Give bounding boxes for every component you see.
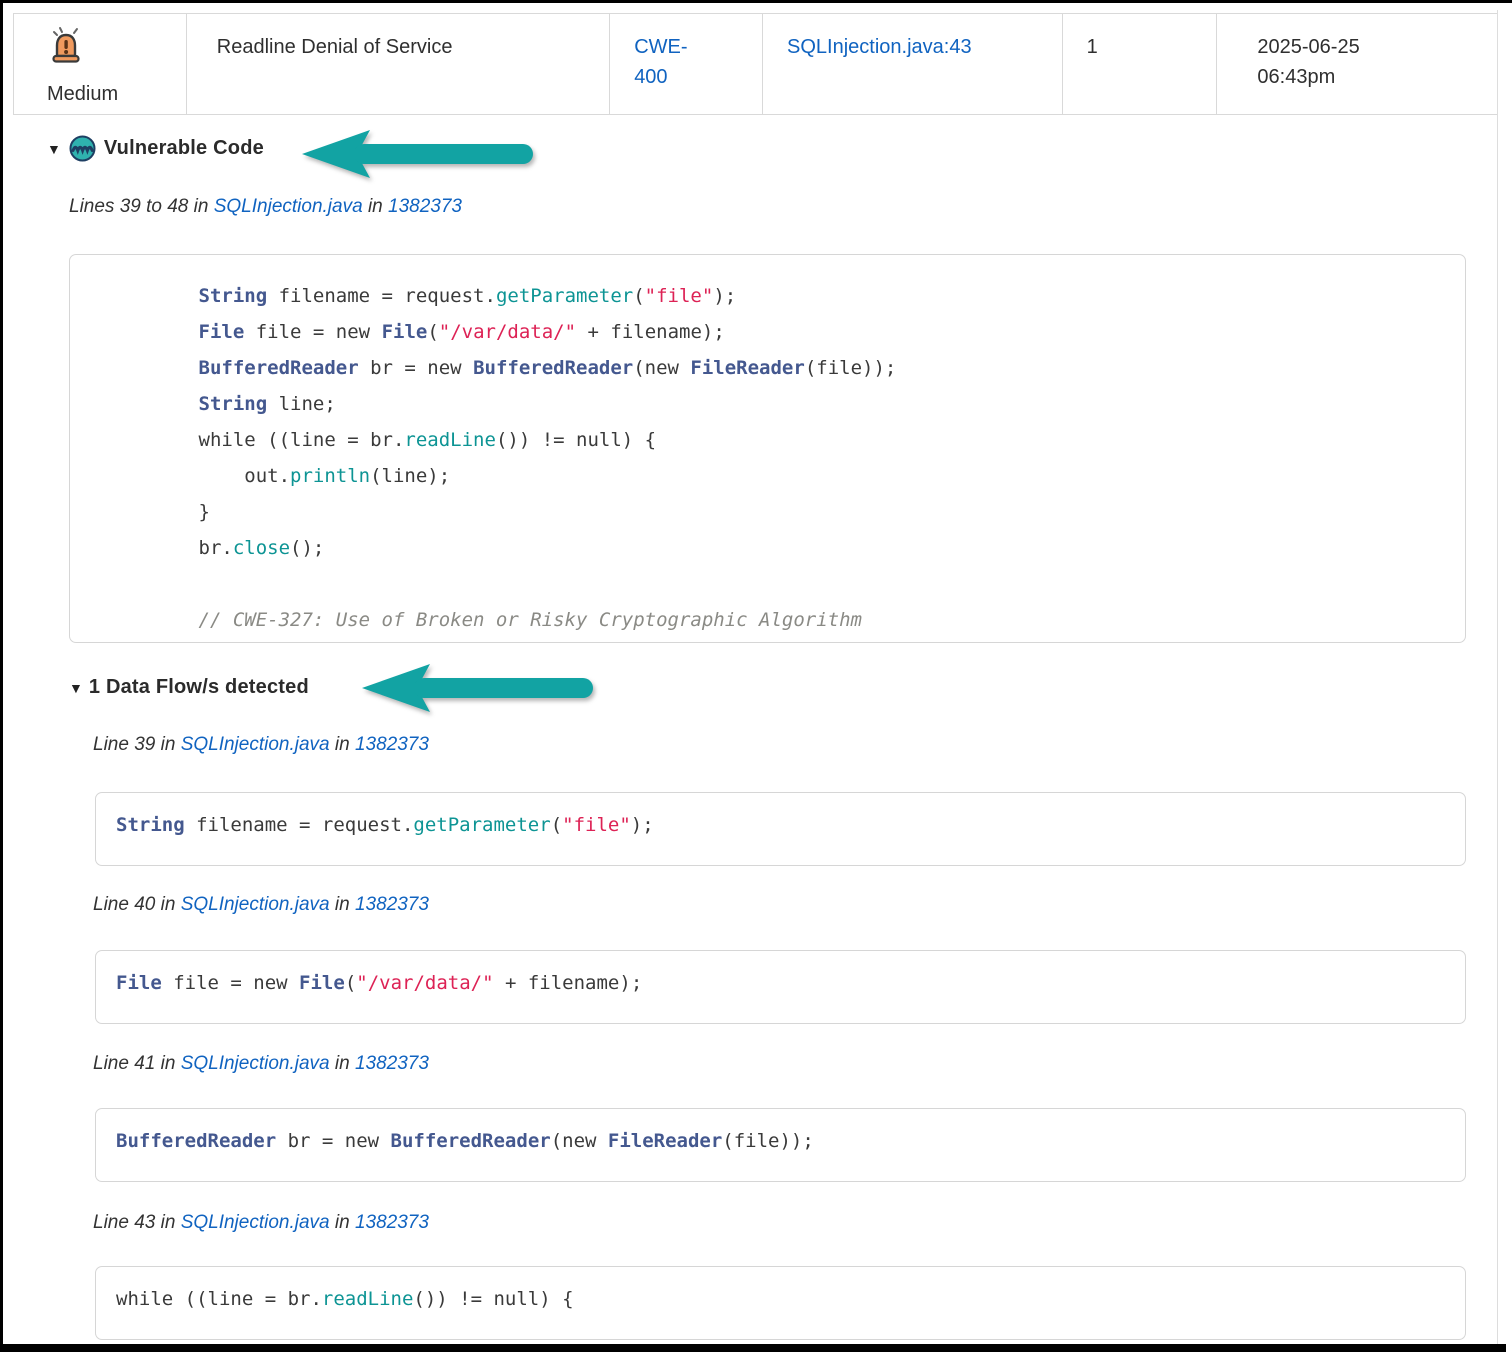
- scrollbar-track[interactable]: [1497, 10, 1512, 1347]
- flow-code-block: String filename = request.getParameter("…: [95, 792, 1466, 866]
- wave-globe-icon: [69, 135, 96, 162]
- flow-count: 1: [1087, 36, 1098, 58]
- window-bottom-edge: [3, 1344, 1506, 1352]
- flow-code-block: BufferedReader br = new BufferedReader(n…: [95, 1108, 1466, 1182]
- meta-prefix: Line 43 in: [93, 1212, 175, 1233]
- vulnerability-report-page: Medium Readline Denial of Service CWE-40…: [0, 0, 1512, 1352]
- timestamp: 2025-06-25 06:43pm: [1257, 32, 1397, 92]
- file-link[interactable]: SQLInjection.java: [181, 1053, 330, 1074]
- ref-link[interactable]: 1382373: [355, 894, 429, 915]
- severity-cell: Medium: [14, 14, 187, 114]
- flow-meta: Line 43 in SQLInjection.java in 1382373: [93, 1212, 429, 1234]
- section-title: Vulnerable Code: [104, 137, 264, 160]
- code-range-meta: Lines 39 to 48 in SQLInjection.java in 1…: [69, 196, 462, 218]
- flow-meta: Line 39 in SQLInjection.java in 1382373: [93, 734, 429, 756]
- cwe-cell: CWE-400: [610, 14, 763, 114]
- flow-meta: Line 40 in SQLInjection.java in 1382373: [93, 894, 429, 916]
- data-flow-section-header: ▼ 1 Data Flow/s detected: [69, 676, 309, 699]
- file-link[interactable]: SQLInjection.java: [181, 1212, 330, 1233]
- meta-conj: in: [335, 734, 350, 755]
- section-title: 1 Data Flow/s detected: [89, 676, 309, 699]
- annotation-arrow-icon: [300, 127, 538, 186]
- file-link[interactable]: SQLInjection.java: [181, 734, 330, 755]
- cwe-link[interactable]: CWE-400: [634, 36, 687, 88]
- severity-label: Medium: [47, 79, 176, 109]
- ref-link[interactable]: 1382373: [388, 196, 462, 217]
- flow-code-block: while ((line = br.readLine()) != null) {: [95, 1266, 1466, 1340]
- flow-meta: Line 41 in SQLInjection.java in 1382373: [93, 1053, 429, 1075]
- finding-title: Readline Denial of Service: [217, 36, 453, 58]
- location-link[interactable]: SQLInjection.java:43: [787, 36, 972, 58]
- meta-prefix: Line 40 in: [93, 894, 175, 915]
- meta-prefix: Lines 39 to 48 in: [69, 196, 208, 217]
- vulnerable-code-section-header: ▼ Vulnerable Code: [47, 135, 264, 162]
- ref-link[interactable]: 1382373: [355, 1212, 429, 1233]
- meta-conj: in: [335, 894, 350, 915]
- collapse-triangle-icon[interactable]: ▼: [69, 681, 83, 695]
- timestamp-cell: 2025-06-25 06:43pm: [1217, 14, 1497, 114]
- meta-conj: in: [335, 1212, 350, 1233]
- meta-conj: in: [335, 1053, 350, 1074]
- flow-code-block: File file = new File("/var/data/" + file…: [95, 950, 1466, 1024]
- collapse-triangle-icon[interactable]: ▼: [47, 142, 61, 156]
- file-link[interactable]: SQLInjection.java: [181, 894, 330, 915]
- annotation-arrow-icon: [360, 661, 598, 720]
- ref-link[interactable]: 1382373: [355, 734, 429, 755]
- finding-title-cell: Readline Denial of Service: [187, 14, 610, 114]
- siren-icon: [47, 49, 85, 71]
- flow-count-cell: 1: [1063, 14, 1218, 114]
- vulnerable-code-block: String filename = request.getParameter("…: [69, 254, 1466, 643]
- ref-link[interactable]: 1382373: [355, 1053, 429, 1074]
- file-link[interactable]: SQLInjection.java: [214, 196, 363, 217]
- finding-table-row: Medium Readline Denial of Service CWE-40…: [13, 13, 1498, 115]
- meta-prefix: Line 41 in: [93, 1053, 175, 1074]
- location-cell: SQLInjection.java:43: [763, 14, 1063, 114]
- meta-prefix: Line 39 in: [93, 734, 175, 755]
- meta-conj: in: [368, 196, 383, 217]
